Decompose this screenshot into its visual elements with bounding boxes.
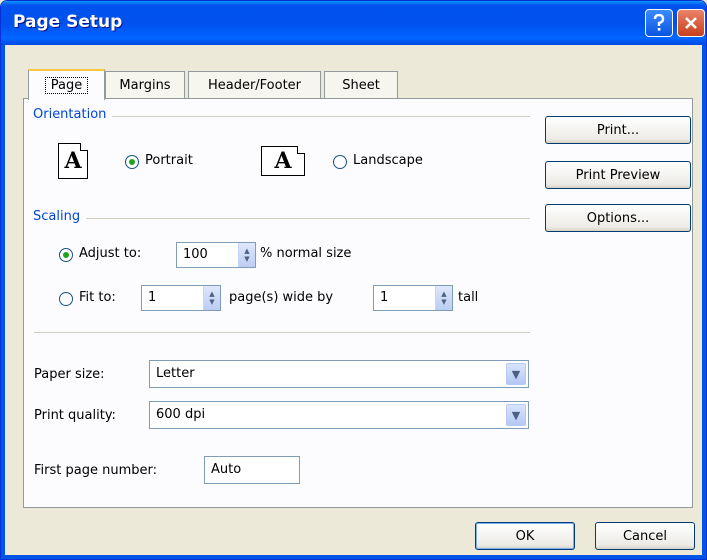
page-setup-dialog: Page Setup Page Margins Header/Footer Sh… [0,0,707,560]
window-frame-bottom [1,555,706,559]
landscape-radio-label[interactable]: Landscape [353,153,423,168]
print-preview-button[interactable]: Print Preview [545,161,691,189]
ok-button[interactable]: OK [475,522,575,550]
print-button-label: Print... [596,122,640,138]
chevron-down-icon: ▼ [511,408,521,422]
landscape-page-icon: A [261,146,305,176]
adjust-to-label[interactable]: Adjust to: [79,246,141,261]
portrait-page-icon: A [58,143,88,179]
scaling-divider [34,218,530,219]
cancel-button-label: Cancel [622,528,668,544]
close-icon [685,17,697,29]
spinner-down-icon: ▼ [441,298,447,306]
orientation-heading: Orientation [33,107,113,122]
fit-wide-input[interactable]: 1 ▲ ▼ [141,285,221,311]
first-page-number-value: Auto [211,462,242,477]
chevron-down-icon: ▼ [511,367,521,381]
fit-wide-value: 1 [148,290,157,305]
paper-size-dropdown-button[interactable]: ▼ [506,363,526,385]
tab-margins[interactable]: Margins [105,71,185,98]
window-frame-right [702,45,706,559]
scaling-bottom-divider [34,332,530,333]
title-bar[interactable]: Page Setup [1,1,706,45]
tab-margins-label: Margins [119,77,171,93]
page-tab-panel: Orientation A Portrait A Landscape Scali… [23,98,693,508]
spinner-down-icon: ▼ [209,298,215,306]
paper-size-label: Paper size: [34,367,105,382]
landscape-radio[interactable] [333,155,347,169]
window-frame-left [1,45,5,559]
fit-tall-spinner[interactable]: ▲ ▼ [435,286,452,310]
portrait-radio[interactable] [125,155,139,169]
portrait-radio-label[interactable]: Portrait [145,153,193,168]
print-button[interactable]: Print... [545,116,691,144]
spinner-up-icon: ▲ [244,247,250,255]
first-page-number-input[interactable]: Auto [204,456,300,484]
adjust-to-radio[interactable] [59,248,73,262]
adjust-percent-input[interactable]: 100 ▲ ▼ [176,242,256,268]
print-preview-button-label: Print Preview [575,167,661,183]
portrait-icon-glyph: A [64,148,82,174]
print-quality-dropdown-button[interactable]: ▼ [506,404,526,426]
scaling-heading: Scaling [33,209,87,224]
window-title: Page Setup [13,12,123,32]
close-button[interactable] [677,9,705,37]
landscape-icon-glyph: A [274,148,292,174]
options-button[interactable]: Options... [545,204,691,232]
ok-button-label: OK [515,528,535,544]
fit-wide-spinner[interactable]: ▲ ▼ [203,286,220,310]
fit-tall-value: 1 [380,290,389,305]
paper-size-value: Letter [156,366,195,381]
fit-tall-input[interactable]: 1 ▲ ▼ [373,285,453,311]
spinner-down-icon: ▼ [244,255,250,263]
adjust-percent-suffix: % normal size [260,246,352,261]
tab-sheet-label: Sheet [342,77,380,93]
options-button-label: Options... [586,210,650,226]
fit-to-label[interactable]: Fit to: [79,290,116,305]
first-page-number-label: First page number: [34,463,157,478]
adjust-percent-value: 100 [183,247,208,262]
tab-page[interactable]: Page [28,69,105,100]
spinner-up-icon: ▲ [209,290,215,298]
print-quality-select[interactable]: 600 dpi ▼ [149,401,529,429]
cancel-button[interactable]: Cancel [595,522,695,550]
paper-size-select[interactable]: Letter ▼ [149,360,529,388]
fit-tall-suffix: tall [458,290,479,305]
adjust-percent-spinner[interactable]: ▲ ▼ [238,243,255,267]
tab-sheet[interactable]: Sheet [324,71,398,98]
tab-header-footer[interactable]: Header/Footer [188,71,321,98]
spinner-up-icon: ▲ [441,290,447,298]
print-quality-value: 600 dpi [156,407,206,422]
help-button[interactable] [645,9,673,37]
fit-to-radio[interactable] [59,292,73,306]
fit-wide-suffix: page(s) wide by [229,290,334,305]
question-mark-icon [653,14,665,31]
tab-page-label: Page [44,77,89,94]
print-quality-label: Print quality: [34,408,116,423]
tab-header-footer-label: Header/Footer [207,77,302,93]
